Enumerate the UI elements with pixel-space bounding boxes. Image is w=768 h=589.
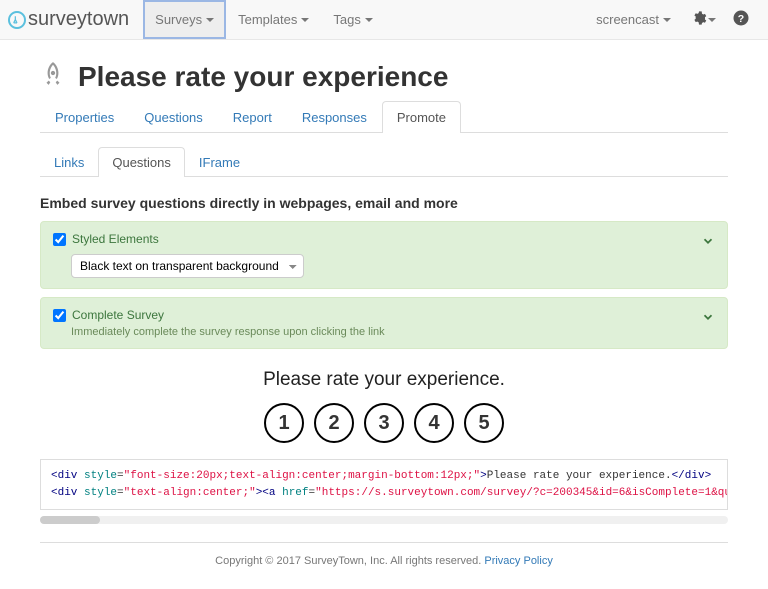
help-icon: ? (732, 9, 750, 30)
rocket-icon (40, 60, 66, 93)
caret-icon (708, 18, 716, 22)
rating-4[interactable]: 4 (414, 403, 454, 443)
rating-5[interactable]: 5 (464, 403, 504, 443)
panel-header: Complete Survey (53, 308, 715, 322)
nav-user[interactable]: screencast (584, 0, 683, 39)
nav-item-label: Templates (238, 12, 297, 27)
sub-tabs: Links Questions IFrame (40, 147, 728, 177)
embed-code[interactable]: <div style="font-size:20px;text-align:ce… (40, 459, 728, 510)
nav-item-label: Surveys (155, 12, 202, 27)
section-heading: Embed survey questions directly in webpa… (40, 195, 728, 211)
nav-item-label: Tags (333, 12, 360, 27)
nav-right: screencast ? (584, 0, 758, 39)
rating-1[interactable]: 1 (264, 403, 304, 443)
panel-expand-toggle[interactable] (701, 234, 715, 251)
nav-user-label: screencast (596, 12, 659, 27)
rating-3[interactable]: 3 (364, 403, 404, 443)
svg-text:?: ? (738, 13, 744, 25)
panel-expand-toggle[interactable] (701, 310, 715, 327)
style-select[interactable]: Black text on transparent background (71, 254, 304, 278)
privacy-link[interactable]: Privacy Policy (484, 555, 552, 567)
nav-item-tags[interactable]: Tags (321, 0, 384, 39)
tab-report[interactable]: Report (218, 101, 287, 133)
code-scrollbar[interactable] (40, 516, 728, 524)
subtab-questions[interactable]: Questions (98, 147, 185, 177)
page-title-row: Please rate your experience (40, 60, 728, 93)
caret-icon (301, 18, 309, 22)
panel-header: Styled Elements (53, 232, 715, 246)
preview: Please rate your experience. 1 2 3 4 5 <… (40, 369, 728, 524)
tab-responses[interactable]: Responses (287, 101, 382, 133)
footer: Copyright © 2017 SurveyTown, Inc. All ri… (40, 543, 728, 579)
panel-label: Complete Survey (72, 308, 164, 322)
page-title: Please rate your experience (78, 61, 448, 93)
subtab-links[interactable]: Links (40, 147, 98, 177)
tab-properties[interactable]: Properties (40, 101, 129, 133)
tab-promote[interactable]: Promote (382, 101, 461, 133)
tab-questions[interactable]: Questions (129, 101, 218, 133)
nav-items: Surveys Templates Tags (143, 0, 385, 39)
preview-title: Please rate your experience. (40, 369, 728, 391)
panel-label: Styled Elements (72, 232, 159, 246)
complete-survey-checkbox[interactable] (53, 309, 66, 322)
caret-icon (663, 18, 671, 22)
footer-text: Copyright © 2017 SurveyTown, Inc. All ri… (215, 555, 484, 567)
rating-row: 1 2 3 4 5 (40, 403, 728, 443)
brand-text: surveytown (28, 8, 129, 31)
navbar: surveytown Surveys Templates Tags screen… (0, 0, 768, 40)
brand-logo-icon (8, 11, 26, 29)
panel-body: Black text on transparent background (53, 254, 715, 278)
subtab-iframe[interactable]: IFrame (185, 147, 254, 177)
styled-elements-checkbox[interactable] (53, 233, 66, 246)
caret-icon (365, 18, 373, 22)
rating-2[interactable]: 2 (314, 403, 354, 443)
gear-icon (691, 10, 707, 29)
main-tabs: Properties Questions Report Responses Pr… (40, 101, 728, 133)
chevron-down-icon (701, 312, 715, 327)
nav-settings[interactable] (683, 0, 724, 39)
scrollbar-thumb[interactable] (40, 516, 100, 524)
nav-help[interactable]: ? (724, 0, 758, 39)
caret-icon (206, 18, 214, 22)
main-container: Please rate your experience Properties Q… (0, 40, 768, 589)
panel-desc: Immediately complete the survey response… (53, 326, 715, 338)
brand[interactable]: surveytown (8, 0, 143, 39)
chevron-down-icon (701, 236, 715, 251)
panel-styled-elements: Styled Elements Black text on transparen… (40, 221, 728, 289)
panel-complete-survey: Complete Survey Immediately complete the… (40, 297, 728, 349)
nav-item-templates[interactable]: Templates (226, 0, 321, 39)
nav-item-surveys[interactable]: Surveys (143, 0, 226, 39)
